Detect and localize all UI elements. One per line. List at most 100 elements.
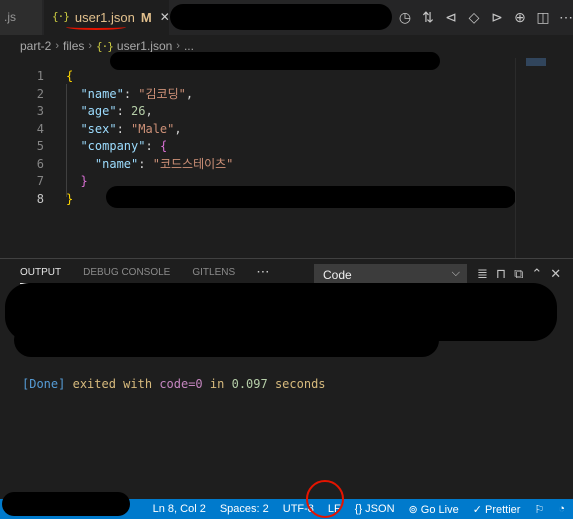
close-tab-icon[interactable]: ✕: [160, 10, 170, 35]
line-number: 3: [36, 104, 44, 118]
json-braces-icon: {·}: [52, 10, 70, 23]
prettier-label: Prettier: [485, 503, 521, 516]
history-icon[interactable]: ◷: [398, 9, 412, 25]
code-token: "sex": [80, 121, 117, 136]
feedback-icon[interactable]: ⚐: [534, 503, 544, 516]
chevron-up-icon[interactable]: ⌃: [531, 266, 542, 282]
redaction-mark: [170, 4, 392, 30]
chevron-down-icon: ⌵: [451, 267, 460, 279]
minimap[interactable]: [515, 58, 573, 258]
panel-tabs: OUTPUT DEBUG CONSOLE GITLENS ···: [20, 267, 270, 284]
code-token: ,: [185, 86, 194, 101]
window-edge: [573, 0, 578, 519]
compare-icon[interactable]: ⇅: [421, 9, 435, 25]
line-number: 8: [36, 191, 44, 206]
breadcrumb-segment[interactable]: files: [63, 39, 84, 53]
split-editor-icon[interactable]: ◫: [536, 9, 550, 25]
code-token: {: [159, 139, 168, 153]
go-back-icon[interactable]: ⊲: [444, 9, 458, 25]
code-line[interactable]: 6 "name": "코드스테이츠": [0, 156, 515, 174]
minimap-viewport: [526, 58, 546, 66]
line-number: 6: [36, 156, 44, 171]
modified-badge: M: [140, 10, 152, 25]
status-bar-items: Ln 8, Col 2 Spaces: 2 UTF-8 LF {} JSON ⊚…: [153, 499, 565, 519]
code-line[interactable]: 3 "age": 26,: [0, 103, 515, 121]
code-token: "김코딩": [138, 86, 186, 101]
panel-actions: ≣ ⊓ ⧉ ⌃ ✕: [477, 266, 561, 282]
line-number: 4: [36, 121, 44, 136]
tab-bar: .js {·} user1.json M ✕ ◷ ⇅ ⊲ ◇ ⊳ ⊕ ◫ ⋯: [0, 0, 573, 35]
git-lens-icon[interactable]: ⊕: [513, 9, 527, 25]
code-token: ,: [174, 121, 182, 136]
breadcrumb-segment[interactable]: user1.json: [117, 39, 172, 53]
line-number: 7: [36, 174, 44, 188]
code-text: }: [66, 191, 73, 209]
language-mode[interactable]: {} JSON: [355, 503, 395, 515]
code-token: :: [116, 104, 132, 118]
prettier-button[interactable]: ✓ Prettier: [473, 503, 521, 516]
in-word: in: [209, 377, 225, 391]
done-tag: [Done]: [22, 377, 66, 391]
code-line[interactable]: 1{: [0, 68, 515, 86]
code-line[interactable]: 4 "sex": "Male",: [0, 121, 515, 139]
code-token: :: [123, 86, 139, 101]
notifications-icon[interactable]: ◔: [558, 503, 565, 515]
more-tabs-button[interactable]: ···: [257, 267, 270, 284]
code-line[interactable]: 2 "name": "김코딩",: [0, 86, 515, 104]
tab-previous-file[interactable]: .js: [0, 0, 42, 35]
go-forward-icon[interactable]: ⊳: [490, 9, 504, 25]
code-token: :: [145, 139, 160, 153]
code-text: "company": {: [66, 138, 167, 156]
go-live-button[interactable]: ⊚ Go Live: [409, 503, 459, 516]
breadcrumb-segment[interactable]: part-2: [20, 39, 51, 53]
code-token: "코드스테이츠": [152, 156, 234, 171]
filter-icon[interactable]: ≣: [477, 266, 488, 282]
code-text: "name": "코드스테이츠": [66, 156, 234, 174]
copy-icon[interactable]: ⧉: [514, 266, 523, 282]
code-line[interactable]: 5 "company": {: [0, 138, 515, 156]
code-token: "name": [80, 86, 124, 101]
cursor-position[interactable]: Ln 8, Col 2: [153, 503, 206, 515]
code-token: :: [116, 121, 132, 136]
code-text: "name": "김코딩",: [66, 86, 193, 104]
code-token: "company": [80, 139, 146, 153]
check-double-icon: ✓: [472, 503, 482, 516]
chevron-right-icon: ›: [88, 40, 93, 52]
exited-with-text: exited with: [72, 377, 153, 391]
annotation-underline: [66, 24, 126, 30]
tab-gitlens[interactable]: GITLENS: [192, 267, 235, 284]
code-token: 26: [131, 104, 146, 118]
redaction-mark: [2, 492, 130, 516]
lock-icon[interactable]: ⊓: [496, 266, 506, 282]
chevron-right-icon: ›: [55, 40, 60, 52]
json-braces-icon: {·}: [96, 39, 114, 53]
code-text: }: [66, 173, 88, 191]
code-token: }: [66, 191, 74, 206]
line-number: 1: [36, 69, 44, 83]
close-icon[interactable]: ✕: [550, 266, 561, 282]
seconds-word: seconds: [274, 377, 326, 391]
go-around-icon[interactable]: ◇: [467, 9, 481, 25]
code-token: "name": [94, 156, 139, 171]
indentation[interactable]: Spaces: 2: [220, 503, 269, 515]
bottom-panel: OUTPUT DEBUG CONSOLE GITLENS ··· Code ⌵ …: [0, 258, 573, 499]
code-token: "age": [80, 104, 117, 118]
code-token: ,: [145, 104, 153, 118]
tab-debug-console[interactable]: DEBUG CONSOLE: [83, 267, 170, 284]
tab-output[interactable]: OUTPUT: [20, 267, 62, 284]
code-editor[interactable]: 1{2 "name": "김코딩", 3 "age": 26, 4 "sex": "…: [0, 58, 515, 258]
more-actions-icon[interactable]: ⋯: [559, 9, 573, 25]
chevron-right-icon: ›: [176, 40, 180, 52]
exit-code-text: code=0: [159, 377, 203, 391]
broadcast-icon: ⊚: [408, 503, 418, 516]
code-text: {: [66, 68, 73, 86]
breadcrumb-segment[interactable]: ...: [184, 39, 194, 53]
code-token: }: [80, 174, 88, 188]
line-number: 2: [36, 86, 44, 101]
